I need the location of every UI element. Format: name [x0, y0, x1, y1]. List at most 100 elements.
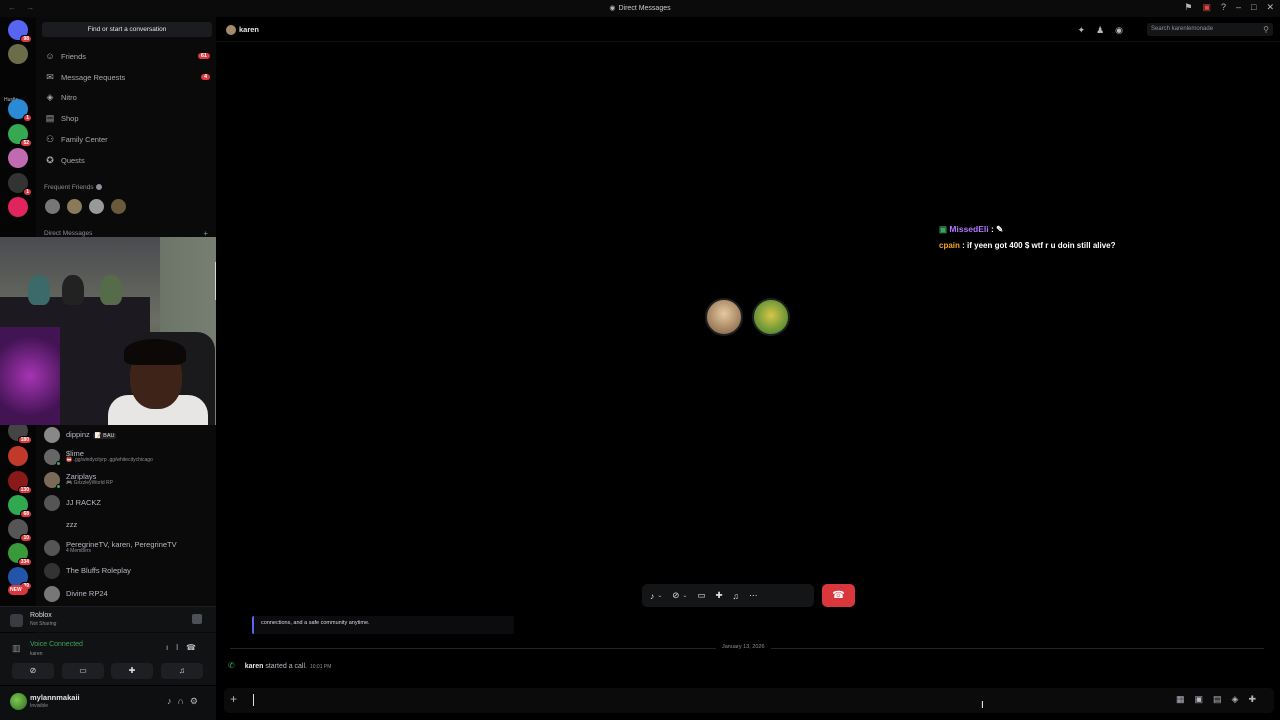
nav-shop[interactable]: ▤ Shop	[44, 110, 210, 126]
nav-quests[interactable]: ✪ Quests	[44, 152, 210, 168]
sticker-icon[interactable]: ◈	[1232, 694, 1249, 704]
maximize-button[interactable]: □	[1251, 2, 1256, 13]
server-icon[interactable]	[8, 148, 28, 168]
gear-icon[interactable]: ⚙	[190, 696, 204, 706]
gif-icon[interactable]: ▤	[1213, 694, 1232, 704]
avatar	[44, 540, 60, 556]
nitro-icon: ◈	[46, 91, 54, 102]
hang-up-button[interactable]: ☎	[822, 584, 855, 607]
help-icon[interactable]: ?	[1221, 2, 1226, 13]
dm-item[interactable]: Divine RP24	[44, 583, 210, 605]
avatar	[226, 25, 236, 35]
title-bar: ← → ◉ Direct Messages ⚑ ▣ ? – □ ✕	[0, 0, 1280, 17]
noise-suppression-icon[interactable]: ıl	[166, 643, 186, 652]
signal-icon[interactable]: ▥	[12, 643, 23, 654]
activity-title: Roblox	[30, 612, 52, 619]
headphones-icon[interactable]: ∩	[177, 696, 189, 706]
frequent-friend-avatar[interactable]	[45, 199, 60, 214]
apps-icon[interactable]: ▦	[1176, 694, 1195, 704]
avatar	[44, 495, 60, 511]
home-server-icon[interactable]: 98	[8, 20, 32, 43]
text-cursor-icon: I	[981, 700, 984, 711]
avatar[interactable]	[10, 693, 27, 710]
new-server-badge[interactable]: NEW	[8, 585, 28, 595]
username[interactable]: mylannmakaii	[30, 693, 80, 702]
dm-item[interactable]: PeregrineTV, karen, PeregrineTV 4 Members	[44, 537, 210, 559]
participant-avatar[interactable]	[705, 298, 743, 336]
pin-icon[interactable]: ✦	[1078, 25, 1097, 35]
screen-share-button[interactable]: ▭	[62, 663, 104, 679]
server-icon[interactable]: 130	[8, 471, 32, 494]
voice-status[interactable]: Voice Connected	[30, 641, 83, 648]
search-input[interactable]: Search karenlemonade ⚲	[1147, 23, 1273, 36]
call-controls: ♪ ⌄ ⊘ ⌄ ▭ ✚ ♫ ⋯	[642, 584, 814, 607]
activities-icon[interactable]: ✚	[715, 590, 722, 601]
channel-header: karen ✦♟◉ Search karenlemonade ⚲	[216, 17, 1280, 42]
soundboard-icon[interactable]: ♫	[733, 591, 739, 601]
inbox-icon[interactable]: ⚑	[1184, 2, 1192, 13]
server-icon[interactable]: 1	[8, 173, 32, 196]
frequent-friend-avatar[interactable]	[67, 199, 82, 214]
window-title: ◉ Direct Messages	[609, 5, 671, 12]
activity-subtitle: Not Sharing	[30, 621, 57, 627]
find-conversation-button[interactable]: Find or start a conversation	[42, 22, 212, 37]
avatar	[44, 449, 61, 466]
chat-overlay: ▣ MissedEli : ✎ cpain : if yeen got 400 …	[939, 224, 1116, 250]
screen-icon[interactable]: ▣	[1202, 2, 1211, 13]
dm-item[interactable]: JJ RACKZ	[44, 492, 210, 514]
microphone-icon[interactable]: ♪	[650, 591, 654, 601]
composer-tools: ▦▣▤◈✚	[1176, 694, 1266, 705]
phone-icon: ✆	[228, 661, 235, 670]
dm-item[interactable]: The Bluffs Roleplay	[44, 560, 210, 582]
disconnect-icon[interactable]: ☎	[186, 643, 204, 652]
chevron-down-icon[interactable]: ⌄	[657, 592, 662, 599]
message-composer[interactable]: + ▦▣▤◈✚	[224, 688, 1274, 713]
info-icon[interactable]	[95, 184, 102, 191]
direct-messages-header: Direct Messages	[44, 230, 93, 237]
avatar	[44, 472, 61, 489]
camera-off-icon[interactable]: ⊘	[672, 590, 679, 601]
emoji-icon[interactable]: ✚	[1248, 694, 1266, 704]
add-friend-icon[interactable]: ♟	[1096, 25, 1115, 35]
server-icon[interactable]: 52	[8, 124, 32, 147]
frequent-friend-avatar[interactable]	[111, 199, 126, 214]
voice-channel[interactable]: karen	[30, 651, 43, 657]
dm-item[interactable]: Zariplays 🎮 GrizzleyWorld RP	[44, 469, 210, 491]
attach-plus-icon[interactable]: +	[230, 692, 237, 706]
server-icon[interactable]	[8, 446, 28, 466]
activities-button[interactable]: ✚	[111, 663, 153, 679]
avatar	[44, 517, 60, 533]
soundboard-button[interactable]: ♫	[161, 663, 203, 679]
dm-item[interactable]: zzz	[44, 514, 210, 536]
microphone-icon[interactable]: ♪	[167, 696, 178, 706]
gift-icon[interactable]: ▣	[1195, 694, 1214, 704]
nav-message-requests[interactable]: ✉ Message Requests 4	[44, 69, 210, 85]
participant-avatar[interactable]	[752, 298, 790, 336]
nav-friends[interactable]: ☺ Friends 61	[44, 48, 210, 64]
nav-nitro[interactable]: ◈ Nitro	[44, 89, 210, 105]
close-button[interactable]: ✕	[1266, 2, 1274, 13]
chevron-down-icon[interactable]: ⌄	[682, 592, 687, 599]
voice-actions: ıl☎	[166, 643, 204, 652]
server-icon[interactable]: 39	[8, 567, 32, 590]
server-icon[interactable]: 10	[8, 519, 32, 542]
more-icon[interactable]: ⋯	[749, 590, 758, 601]
stream-button[interactable]	[192, 614, 202, 624]
dm-item[interactable]: dippinz 📝 BAU	[44, 424, 210, 446]
camera-off-button[interactable]: ⊘	[12, 663, 54, 679]
nav-family-center[interactable]: ⚇ Family Center	[44, 131, 210, 147]
voice-panel: ▥ Voice Connected karen ıl☎ ⊘ ▭ ✚ ♫	[0, 633, 216, 685]
screen-share-icon[interactable]: ▭	[697, 590, 705, 601]
server-icon[interactable]: 68	[8, 495, 32, 518]
server-icon[interactable]: 334	[8, 543, 32, 566]
dm-item[interactable]: $lime 📛 .gg/windycityrp .gg/whitecitychic…	[44, 446, 210, 468]
user-controls: ♪∩⚙	[167, 696, 204, 707]
window-controls: ⚑ ▣ ? – □ ✕	[1184, 2, 1274, 13]
server-icon[interactable]: 1	[8, 99, 32, 122]
server-icon[interactable]	[8, 44, 28, 64]
minimize-button[interactable]: –	[1236, 2, 1241, 13]
server-icon[interactable]	[8, 197, 28, 217]
frequent-friend-avatar[interactable]	[89, 199, 104, 214]
profile-icon[interactable]: ◉	[1115, 25, 1134, 35]
channel-title: karen	[239, 25, 260, 34]
